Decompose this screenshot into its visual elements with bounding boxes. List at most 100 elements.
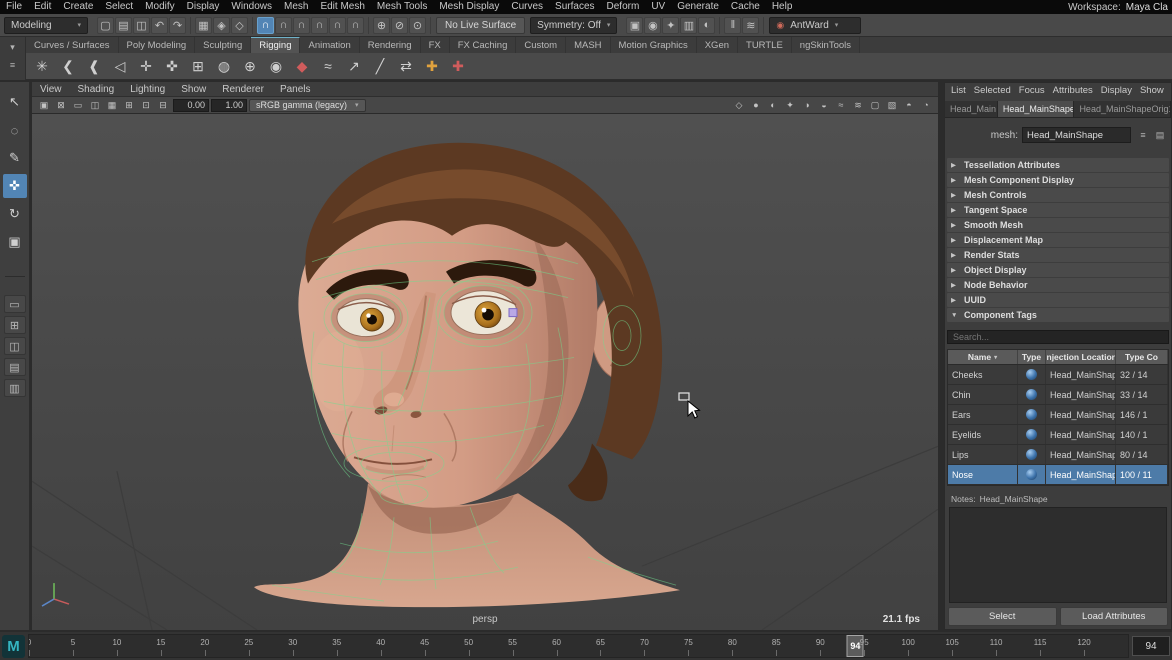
table-row-nose[interactable]: NoseHead_MainShap...100 / 11: [948, 465, 1168, 485]
paint-selection-tool-icon[interactable]: ✎: [3, 146, 27, 170]
section-uuid[interactable]: ▶UUID: [947, 293, 1169, 307]
column-header-type[interactable]: Type: [1018, 350, 1046, 364]
move-tool-icon[interactable]: ✜: [3, 174, 27, 198]
menu-help[interactable]: Help: [766, 0, 799, 14]
shelf-tab-menu-icon[interactable]: ▾: [5, 40, 21, 54]
mirror-joint-icon[interactable]: ⇄: [394, 55, 418, 78]
ae-tab-head-mainshapeorig1[interactable]: Head_MainShapeOrig1: [1074, 101, 1171, 117]
column-header-injection-location[interactable]: Injection Location: [1046, 350, 1116, 364]
render-settings-icon[interactable]: ✦: [662, 17, 679, 34]
ae-menu-selected[interactable]: Selected: [970, 85, 1015, 96]
menu-display[interactable]: Display: [181, 0, 226, 14]
resolution-gate-icon[interactable]: ◫: [87, 99, 103, 112]
select-object-icon[interactable]: ◈: [213, 17, 230, 34]
ae-menu-attributes[interactable]: Attributes: [1049, 85, 1097, 96]
vp-menu-shading[interactable]: Shading: [70, 84, 123, 95]
wrap-deformer-icon[interactable]: ◍: [212, 55, 236, 78]
shelf-tab-rendering[interactable]: Rendering: [360, 37, 421, 53]
snap-surface-icon[interactable]: ∩: [329, 17, 346, 34]
human-ik-icon[interactable]: ✜: [160, 55, 184, 78]
table-row-ears[interactable]: EarsHead_MainShap...146 / 1: [948, 405, 1168, 425]
shelf-tab-rigging[interactable]: Rigging: [251, 37, 300, 53]
set-key-icon[interactable]: ◆: [290, 55, 314, 78]
layout-outliner-persp-icon[interactable]: ▤: [4, 358, 26, 376]
exposure-field[interactable]: [173, 99, 209, 112]
screen-space-ao-icon[interactable]: ◒: [816, 99, 832, 112]
mesh-name-field[interactable]: [1022, 127, 1131, 143]
create-joint-icon[interactable]: ✳: [30, 55, 54, 78]
list-mode-icon[interactable]: ≡: [1135, 128, 1151, 142]
shelf-options-icon[interactable]: ≡: [5, 58, 21, 72]
shelf-tab-custom[interactable]: Custom: [516, 37, 566, 53]
tangent-icon[interactable]: ╱: [368, 55, 392, 78]
gate-mask-icon[interactable]: ▦: [104, 99, 120, 112]
ik-spline-handle-icon[interactable]: ❰: [82, 55, 106, 78]
isolate-select-icon[interactable]: ▢: [867, 99, 883, 112]
vp-menu-show[interactable]: Show: [173, 84, 214, 95]
safe-title-icon[interactable]: ⊟: [155, 99, 171, 112]
section-mesh-controls[interactable]: ▶Mesh Controls: [947, 188, 1169, 202]
select-component-icon[interactable]: ◇: [231, 17, 248, 34]
save-scene-icon[interactable]: ◫: [133, 17, 150, 34]
output-connections-icon[interactable]: ⊙: [409, 17, 426, 34]
undo-icon[interactable]: ↶: [151, 17, 168, 34]
redo-icon[interactable]: ↷: [169, 17, 186, 34]
menu-generate[interactable]: Generate: [671, 0, 725, 14]
end-frame-field[interactable]: 94: [1132, 636, 1170, 656]
layout-four-pane-icon[interactable]: ⊞: [4, 316, 26, 334]
snap-point-icon[interactable]: ∩: [293, 17, 310, 34]
rotate-tool-icon[interactable]: ↻: [3, 202, 27, 226]
button-select[interactable]: Select: [948, 607, 1057, 626]
table-row-eyelids[interactable]: EyelidsHead_MainShap...140 / 1: [948, 425, 1168, 445]
shelf-tab-animation[interactable]: Animation: [300, 37, 359, 53]
camera-select-icon[interactable]: ▣: [36, 99, 52, 112]
shelf-tab-ngskintools[interactable]: ngSkinTools: [792, 37, 860, 53]
gamma-field[interactable]: [211, 99, 247, 112]
scale-tool-icon[interactable]: ▣: [3, 230, 27, 254]
light-editor-icon[interactable]: ◐: [698, 17, 715, 34]
column-header-name[interactable]: Name▾: [948, 350, 1018, 364]
shelf-tab-fx-caching[interactable]: FX Caching: [450, 37, 517, 53]
shelf-tab-motion-graphics[interactable]: Motion Graphics: [611, 37, 697, 53]
section-component-tags[interactable]: ▼Component Tags: [947, 308, 1169, 322]
lasso-tool-icon[interactable]: ◌: [3, 118, 27, 142]
timeline-strip[interactable]: 94 0510152025303540455055606570758085909…: [28, 634, 1129, 658]
vp-menu-lighting[interactable]: Lighting: [122, 84, 173, 95]
textured-mode-icon[interactable]: ◐: [765, 99, 781, 112]
shadows-icon[interactable]: ◑: [799, 99, 815, 112]
open-scene-icon[interactable]: ▤: [115, 17, 132, 34]
construction-history-icon[interactable]: ⊕: [373, 17, 390, 34]
vp-menu-view[interactable]: View: [32, 84, 70, 95]
menu-uv[interactable]: UV: [645, 0, 671, 14]
viewport-canvas[interactable]: persp 21.1 fps: [32, 114, 938, 630]
lattice-deformer-icon[interactable]: ⊞: [186, 55, 210, 78]
field-chart-icon[interactable]: ⊞: [121, 99, 137, 112]
snap-plane-icon[interactable]: ∩: [311, 17, 328, 34]
motion-blur-icon[interactable]: ≈: [833, 99, 849, 112]
curve-arrow-icon[interactable]: ↗: [342, 55, 366, 78]
layout-single-pane-icon[interactable]: ▭: [4, 295, 26, 313]
section-tangent-space[interactable]: ▶Tangent Space: [947, 203, 1169, 217]
menu-mesh[interactable]: Mesh: [278, 0, 314, 14]
graph-editor-icon[interactable]: ≈: [316, 55, 340, 78]
menu-edit[interactable]: Edit: [28, 0, 57, 14]
section-displacement-map[interactable]: ▶Displacement Map: [947, 233, 1169, 247]
section-node-behavior[interactable]: ▶Node Behavior: [947, 278, 1169, 292]
menu-create[interactable]: Create: [57, 0, 99, 14]
section-render-stats[interactable]: ▶Render Stats: [947, 248, 1169, 262]
sculpt-deformer-icon[interactable]: ⊕: [238, 55, 262, 78]
ipr-render-icon[interactable]: ◉: [644, 17, 661, 34]
menu-mesh-tools[interactable]: Mesh Tools: [371, 0, 433, 14]
safe-action-icon[interactable]: ⊡: [138, 99, 154, 112]
quick-rig-icon[interactable]: ✛: [134, 55, 158, 78]
pause-viewport-icon[interactable]: ‖: [724, 17, 741, 34]
shelf-tab-sculpting[interactable]: Sculpting: [195, 37, 251, 53]
ae-tab-head-mainshape[interactable]: Head_MainShape: [998, 101, 1075, 117]
grease-pencil-icon[interactable]: ◓: [901, 99, 917, 112]
pin-tab-icon[interactable]: ▤: [1152, 128, 1168, 142]
hypershade-icon[interactable]: ▥: [680, 17, 697, 34]
viewport-options-icon[interactable]: ◔: [918, 99, 934, 112]
xray-icon[interactable]: ▧: [884, 99, 900, 112]
cached-playback-icon[interactable]: ≋: [742, 17, 759, 34]
workspace-selector[interactable]: Workspace: Maya Cla: [1068, 2, 1172, 13]
